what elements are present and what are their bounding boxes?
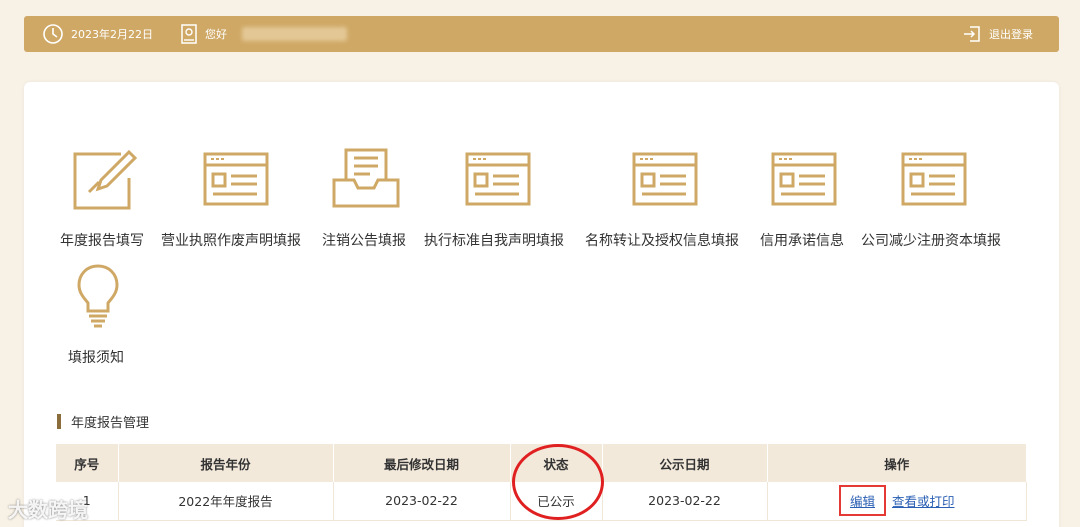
pencil-form-icon <box>73 149 138 210</box>
top-bar: 2023年2月22日 您好 退出登录 <box>24 16 1059 52</box>
date-display: 2023年2月22日 <box>42 16 153 52</box>
form-window-icon <box>632 152 698 206</box>
form-window-icon <box>901 152 967 206</box>
section-marker <box>57 414 61 429</box>
logout-icon <box>964 26 980 42</box>
greeting-text: 您好 <box>205 28 227 41</box>
col-header-no: 序号 <box>56 444 119 482</box>
section-title: 年度报告管理 <box>71 416 150 431</box>
col-header-published: 公示日期 <box>602 444 768 482</box>
user-greeting: 您好 <box>180 16 347 52</box>
cell-modified: 2023-02-22 <box>333 482 511 521</box>
form-window-icon <box>203 152 269 206</box>
tile-label: 填报须知 <box>68 350 124 366</box>
tile-label: 名称转让及授权信息填报 <box>585 233 739 249</box>
watermark: 大数跨境 <box>8 498 88 522</box>
col-header-actions: 操作 <box>767 444 1027 482</box>
edit-link[interactable]: 编辑 <box>850 494 875 509</box>
tile-label: 年度报告填写 <box>60 233 144 249</box>
cell-actions: 编辑 查看或打印 <box>767 482 1027 521</box>
logout-label: 退出登录 <box>989 28 1033 41</box>
status-highlight-oval <box>512 444 604 520</box>
tile-label: 信用承诺信息 <box>760 233 844 249</box>
cell-published: 2023-02-22 <box>602 482 768 521</box>
form-window-icon <box>771 152 837 206</box>
section-annual-report-management: 年度报告管理 <box>57 412 149 431</box>
clock-icon <box>43 24 63 44</box>
username-blurred <box>242 27 347 41</box>
cell-year: 2022年年度报告 <box>118 482 334 521</box>
view-print-link[interactable]: 查看或打印 <box>892 494 955 509</box>
col-header-modified: 最后修改日期 <box>333 444 511 482</box>
edit-highlight-box: 编辑 <box>838 485 886 517</box>
col-header-year: 报告年份 <box>118 444 334 482</box>
date-text: 2023年2月22日 <box>71 28 153 41</box>
tile-label: 注销公告填报 <box>322 233 406 249</box>
lightbulb-icon <box>77 264 119 328</box>
tile-label: 执行标准自我声明填报 <box>424 233 564 249</box>
logout-button[interactable]: 退出登录 <box>962 16 1033 52</box>
document-tray-icon <box>332 148 400 208</box>
form-window-icon <box>465 152 531 206</box>
tile-label: 营业执照作废声明填报 <box>161 233 301 249</box>
tile-label: 公司减少注册资本填报 <box>861 233 1001 249</box>
user-card-icon <box>181 24 197 44</box>
